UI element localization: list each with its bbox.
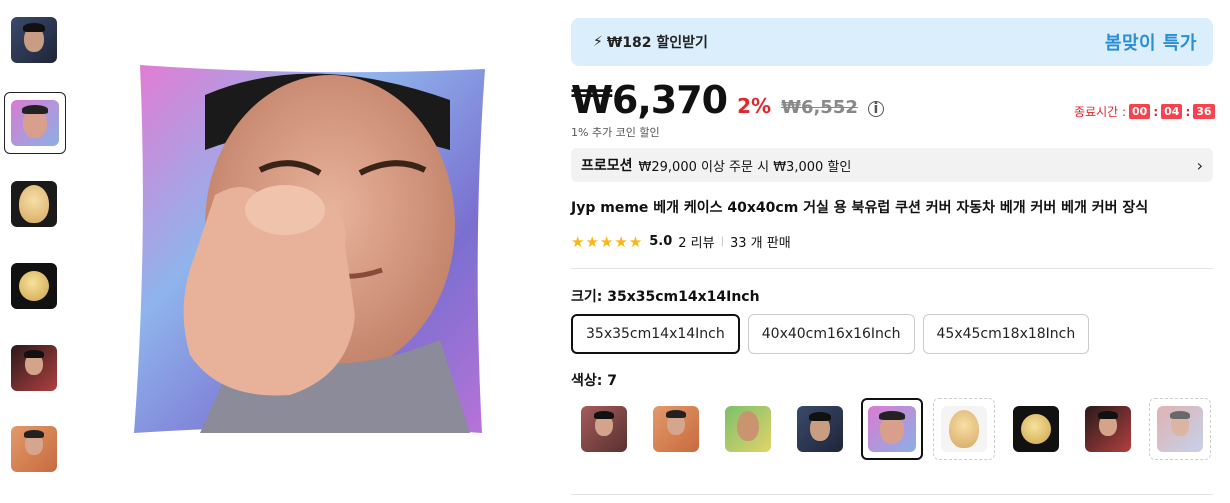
sold-count: 33 개 판매: [729, 236, 791, 251]
timer-minutes: 04: [1161, 104, 1183, 119]
timer-label: 종료시간 :: [1074, 105, 1127, 119]
promo-banner[interactable]: ⚡ ₩182 할인받기 봄맞이 특가: [571, 18, 1213, 66]
thumbnail-4[interactable]: [6, 258, 62, 314]
thumbnail-6[interactable]: [6, 421, 62, 477]
current-price: ₩6,370: [571, 78, 728, 122]
promotion-text: ₩29,000 이상 주문 시 ₩3,000 할인: [638, 159, 852, 175]
product-title: Jyp meme 베개 케이스 40x40cm 거실 용 북유럽 쿠션 커버 자…: [571, 200, 1149, 216]
timer-seconds: 36: [1193, 104, 1215, 119]
timer-separator: :: [1153, 104, 1159, 119]
color-option-1[interactable]: [573, 398, 635, 460]
color-swatch-image: [941, 406, 987, 452]
spring-sale-badge: 봄맞이 특가: [1104, 33, 1197, 54]
size-options: 35x35cm14x14Inch 40x40cm16x16Inch 45x45c…: [571, 314, 1090, 354]
color-option-8[interactable]: [1077, 398, 1139, 460]
thumbnail-image: [11, 426, 57, 472]
original-price: ₩6,552: [781, 97, 858, 118]
review-count-link[interactable]: 2 리뷰: [678, 232, 714, 251]
timer-separator: :: [1185, 104, 1191, 119]
color-swatch-image: [725, 406, 771, 452]
thumbnail-2-active[interactable]: [4, 92, 66, 154]
thumbnail-image: [11, 181, 57, 227]
color-option-6[interactable]: [933, 398, 995, 460]
color-swatch-image: [653, 406, 699, 452]
thumbnail-image: [11, 100, 59, 146]
divider: |: [720, 236, 724, 247]
divider-line: [571, 268, 1213, 269]
color-option-2[interactable]: [645, 398, 707, 460]
thumbnail-1[interactable]: [6, 12, 62, 68]
color-swatch-image: [1157, 406, 1203, 452]
color-option-5-selected[interactable]: [861, 398, 923, 460]
color-swatch-image: [1013, 406, 1059, 452]
pillow-illustration: [134, 65, 485, 433]
color-option-4[interactable]: [789, 398, 851, 460]
coin-discount-note: 1% 추가 코인 할인: [571, 126, 660, 139]
thumbnail-image: [11, 17, 57, 63]
thumbnail-image: [11, 345, 57, 391]
coupon-amount: ₩182 할인받기: [606, 35, 708, 51]
promotion-tag: 프로모션: [581, 158, 633, 174]
color-swatch-image: [797, 406, 843, 452]
rating-row: ★★★★★ 5.0 2 리뷰 | 33 개 판매: [571, 232, 791, 252]
color-label: 색상: 7: [571, 373, 617, 389]
discount-percent: 2%: [737, 94, 772, 118]
size-option-40[interactable]: 40x40cm16x16Inch: [747, 314, 915, 354]
size-label: 크기: 35x35cm14x14Inch: [571, 289, 760, 305]
color-swatch-image: [581, 406, 627, 452]
size-option-45[interactable]: 45x45cm18x18Inch: [922, 314, 1090, 354]
thumbnail-3[interactable]: [6, 176, 62, 232]
thumbnail-list: [0, 0, 70, 503]
star-rating-icon: ★★★★★: [571, 232, 644, 251]
chevron-right-icon: ›: [1196, 155, 1203, 175]
divider-line-bottom: [571, 494, 1213, 495]
info-icon[interactable]: i: [867, 101, 884, 117]
promotion-row[interactable]: 프로모션 ₩29,000 이상 주문 시 ₩3,000 할인 ›: [571, 148, 1213, 182]
color-options: [573, 398, 1211, 460]
main-product-image[interactable]: [120, 55, 500, 445]
price-row: ₩6,370 2% ₩6,552 i: [571, 78, 884, 122]
timer-hours: 00: [1129, 104, 1151, 119]
thumbnail-image: [11, 263, 57, 309]
rating-score: 5.0: [649, 234, 673, 249]
color-swatch-image: [868, 406, 916, 452]
size-option-35[interactable]: 35x35cm14x14Inch: [571, 314, 740, 354]
color-option-3[interactable]: [717, 398, 779, 460]
color-swatch-image: [1085, 406, 1131, 452]
color-option-9[interactable]: [1149, 398, 1211, 460]
coupon-info: ⚡ ₩182 할인받기: [593, 32, 708, 52]
thumbnail-5[interactable]: [6, 340, 62, 396]
countdown-timer: 종료시간 : 00 : 04 : 36: [1074, 103, 1215, 120]
lightning-icon: ⚡: [593, 34, 603, 50]
color-option-7[interactable]: [1005, 398, 1067, 460]
